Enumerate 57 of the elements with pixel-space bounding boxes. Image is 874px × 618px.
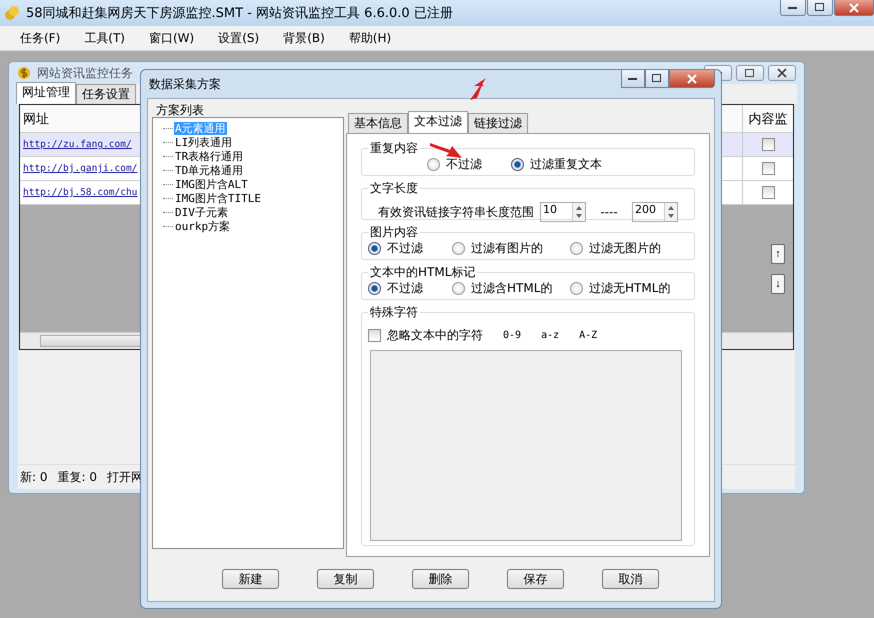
group-title: 图片内容 <box>368 225 420 240</box>
url-link[interactable]: http://bj.ganji.com/ <box>23 163 138 174</box>
dialog-button[interactable]: 保存 <box>507 569 564 589</box>
tree-item[interactable]: IMG图片含TITLE <box>174 192 262 204</box>
radio-label: 过滤无HTML的 <box>589 280 670 297</box>
dialog-button[interactable]: 复制 <box>317 569 374 589</box>
radio-label: 过滤无图片的 <box>589 240 661 257</box>
group-title: 文字长度 <box>368 181 420 196</box>
move-button[interactable]: ↑ <box>771 244 785 264</box>
menu-item[interactable]: 设置(S) <box>206 30 272 46</box>
radio-label: 不过滤 <box>387 240 423 257</box>
range-label: 有效资讯链接字符串长度范围 <box>378 204 534 220</box>
tree-item[interactable]: IMG图片含ALT <box>174 178 249 190</box>
radio-label: 不过滤 <box>446 156 482 173</box>
group-title: 文本中的HTML标记 <box>368 265 478 280</box>
dialog-button[interactable]: 新建 <box>222 569 279 589</box>
move-button[interactable]: ↓ <box>771 274 785 294</box>
menu-item[interactable]: 任务(F) <box>8 30 72 46</box>
tree-item[interactable]: TD单元格通用 <box>174 164 244 176</box>
url-link[interactable]: http://bj.58.com/chu <box>23 187 138 198</box>
status-text: 重复: 0 <box>58 468 97 486</box>
tree-item[interactable]: DIV子元素 <box>174 206 229 218</box>
number-field[interactable]: 200 <box>632 202 678 222</box>
menu-item[interactable]: 工具(T) <box>72 30 137 46</box>
character-range[interactable]: A-Z <box>579 330 598 340</box>
group-title: 重复内容 <box>368 141 420 156</box>
tab[interactable]: 基本信息 <box>348 113 408 133</box>
dialog-button[interactable]: 取消 <box>602 569 659 589</box>
column-header: 内容监 <box>748 110 788 128</box>
group-title: 方案列表 <box>155 103 205 117</box>
radio-label: 不过滤 <box>387 280 423 297</box>
status-text: 新: 0 <box>20 468 48 486</box>
url-link[interactable]: http://zu.fang.com/ <box>23 139 132 150</box>
checkbox-label: 忽略文本中的字符 <box>387 326 483 344</box>
menu-item[interactable]: 帮助(H) <box>336 30 404 46</box>
character-range[interactable]: 0-9 <box>503 330 522 340</box>
window-title: 58同城和赶集网房天下房源监控.SMT - 网站资讯监控工具 6.6.0.0 已注册 <box>26 5 453 22</box>
tab[interactable]: 链接过滤 <box>468 113 528 133</box>
radio-label: 过滤重复文本 <box>530 156 602 173</box>
tree-item[interactable]: ourkp方案 <box>174 220 232 232</box>
character-range[interactable]: a-z <box>541 330 560 340</box>
number-field[interactable]: 10 <box>540 202 586 222</box>
column-header: 网址 <box>23 110 49 128</box>
menu-item[interactable]: 背景(B) <box>271 30 337 46</box>
tree-item[interactable]: LI列表通用 <box>174 136 234 148</box>
radio-label: 过滤含HTML的 <box>471 280 552 297</box>
group-title: 特殊字符 <box>368 305 420 320</box>
dialog-button[interactable]: 删除 <box>412 569 469 589</box>
window-title: 网站资讯监控任务 <box>37 64 133 82</box>
tab[interactable]: 文本过滤 <box>408 111 468 133</box>
menu-item[interactable]: 窗口(W) <box>136 30 206 46</box>
tab[interactable]: 任务设置 <box>76 84 136 104</box>
dialog-title: 数据采集方案 <box>148 76 221 92</box>
radio-label: 过滤有图片的 <box>471 240 543 257</box>
range-separator: ---- <box>599 205 619 219</box>
tree-item[interactable]: TR表格行通用 <box>174 150 244 162</box>
tab[interactable]: 网址管理 <box>16 82 76 104</box>
